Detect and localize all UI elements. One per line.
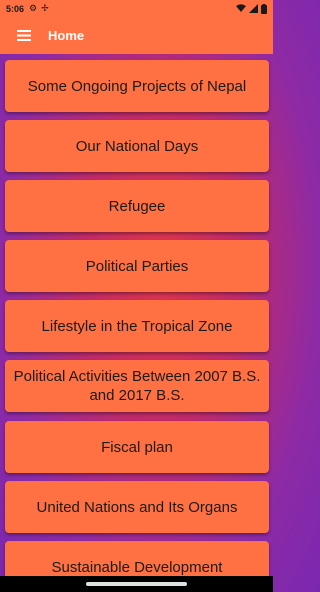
topic-list[interactable]: Some Ongoing Projects of Nepal Our Natio…: [0, 54, 273, 592]
status-time: 5:06: [6, 3, 25, 14]
topic-button[interactable]: United Nations and Its Organs: [5, 481, 269, 533]
app-bar: Home: [0, 17, 273, 54]
home-gesture-handle[interactable]: [86, 582, 187, 586]
settings-icon: ⚙: [29, 3, 38, 13]
topic-button[interactable]: Some Ongoing Projects of Nepal: [5, 60, 269, 112]
topic-button[interactable]: Our National Days: [5, 120, 269, 172]
navigation-bar: [0, 576, 273, 592]
page-title: Home: [48, 28, 85, 43]
topic-button[interactable]: Lifestyle in the Tropical Zone: [5, 300, 269, 352]
signal-icon: [249, 4, 258, 13]
topic-button[interactable]: Refugee: [5, 180, 269, 232]
topic-button[interactable]: Political Parties: [5, 240, 269, 292]
topic-button[interactable]: Fiscal plan: [5, 421, 269, 473]
battery-icon: [261, 3, 267, 14]
wifi-icon: [236, 4, 246, 12]
status-bar: 5:06 ⚙ ✢: [0, 0, 273, 17]
topic-button[interactable]: Political Activities Between 2007 B.S. a…: [5, 360, 269, 412]
fan-icon: ✢: [41, 3, 49, 13]
hamburger-menu-icon[interactable]: [0, 17, 48, 54]
